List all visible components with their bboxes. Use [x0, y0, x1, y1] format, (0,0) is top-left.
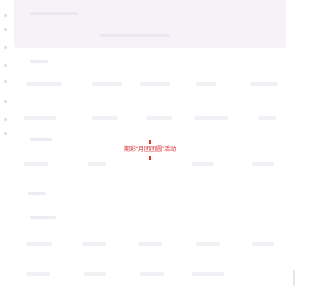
page: 期彩“月团团圆”活动	[0, 0, 300, 300]
loading-overlay: 期彩“月团团圆”活动	[0, 0, 300, 300]
loading-crosshair-icon	[149, 156, 151, 160]
loading-text: 期彩“月团团圆”活动	[108, 144, 192, 156]
